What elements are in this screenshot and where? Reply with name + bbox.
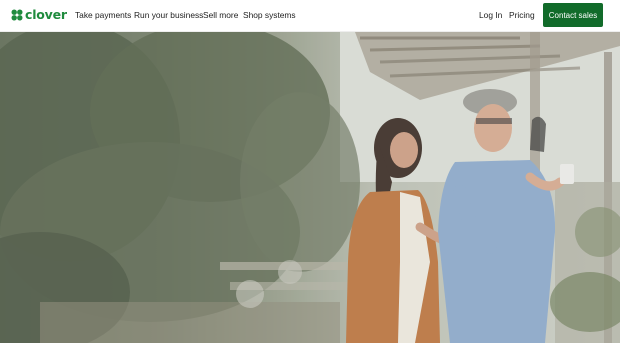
clover-logo[interactable]: clover <box>11 8 67 22</box>
login-link[interactable]: Log In <box>479 10 502 21</box>
brand-name: clover <box>25 7 67 22</box>
pricing-link[interactable]: Pricing <box>509 10 535 21</box>
nav-take-payments[interactable]: Take payments <box>75 10 131 21</box>
garden-photo-illustration <box>0 32 620 343</box>
clover-leaf-icon <box>11 9 23 21</box>
nav-sell-more[interactable]: Sell more <box>203 10 238 21</box>
top-navbar: clover Take payments Run your business S… <box>0 0 620 32</box>
hero-image <box>0 32 620 343</box>
contact-sales-button[interactable]: Contact sales <box>543 3 603 27</box>
nav-run-your-business[interactable]: Run your business <box>134 10 203 21</box>
nav-shop-systems[interactable]: Shop systems <box>243 10 296 21</box>
